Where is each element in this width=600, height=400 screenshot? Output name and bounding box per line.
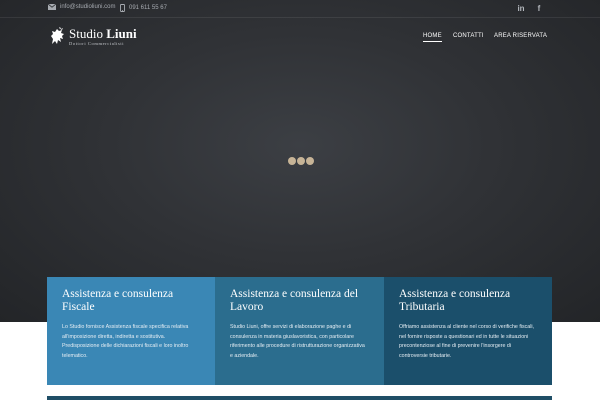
linkedin-icon[interactable]: in: [514, 2, 528, 14]
loader-dot: [297, 157, 305, 165]
nav-area-riservata[interactable]: AREA RISERVATA: [494, 33, 547, 39]
next-section-strip: [47, 396, 552, 400]
service-description: Lo Studio fornisce Assistenza fiscale sp…: [62, 324, 189, 360]
service-card-lavoro[interactable]: Assistenza e consulenza del Lavoro Studi…: [215, 277, 384, 385]
service-title: Assistenza e consulenza del Lavoro: [230, 288, 359, 313]
email-text: info@studioliuni.com: [60, 4, 116, 10]
service-card-tributaria[interactable]: Assistenza e consulenza Tributaria Offri…: [384, 277, 552, 385]
envelope-icon: [48, 4, 56, 10]
nav-contatti[interactable]: CONTATTI: [453, 33, 484, 39]
brand-subtitle: Dottori Commercialisti: [69, 41, 125, 46]
lion-crest-icon: [51, 27, 64, 44]
service-card-fiscale[interactable]: Assistenza e consulenza Fiscale Lo Studi…: [47, 277, 215, 385]
top-bar: info@studioliuni.com 091 611 55 67 in f: [0, 0, 600, 18]
service-description: Offriamo assistenza al cliente nel corso…: [399, 324, 535, 360]
loading-indicator: [288, 157, 314, 165]
loader-dot: [288, 157, 296, 165]
facebook-icon[interactable]: f: [532, 2, 546, 14]
loader-dot: [306, 157, 314, 165]
mobile-phone-icon: [120, 4, 125, 12]
service-title: Assistenza e consulenza Tributaria: [399, 288, 511, 313]
service-title: Assistenza e consulenza Fiscale: [62, 288, 174, 313]
brand-name: Studio Liuni: [69, 26, 137, 41]
nav-home[interactable]: HOME: [423, 33, 442, 42]
phone-contact[interactable]: 091 611 55 67: [120, 4, 167, 12]
phone-text: 091 611 55 67: [129, 5, 167, 11]
service-description: Studio Liuni, offre servizi di elaborazi…: [230, 324, 365, 360]
brand-text: Studio Liuni Dottori Commercialisti: [69, 26, 137, 47]
brand-logo[interactable]: Studio Liuni Dottori Commercialisti: [49, 27, 137, 46]
email-contact[interactable]: info@studioliuni.com: [48, 4, 115, 10]
